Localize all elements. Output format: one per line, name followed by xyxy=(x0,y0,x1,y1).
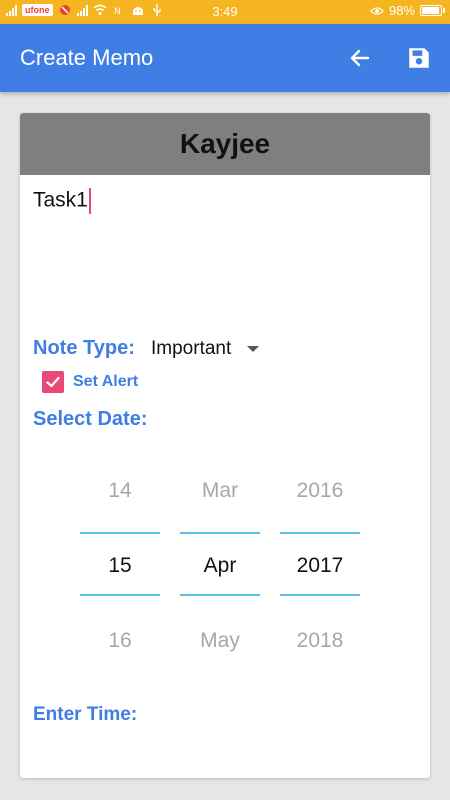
divider xyxy=(280,594,360,596)
note-type-dropdown[interactable]: Important xyxy=(151,338,260,360)
memo-header: Kayjee xyxy=(20,113,430,175)
eye-icon xyxy=(370,4,384,18)
set-alert-row[interactable]: Set Alert xyxy=(42,371,138,393)
day-current[interactable]: 15 xyxy=(80,554,160,578)
month-current[interactable]: Apr xyxy=(180,554,260,578)
app-bar: Create Memo xyxy=(0,24,450,92)
status-bar: ufone N 3:49 98% xyxy=(0,0,450,24)
day-next[interactable]: 16 xyxy=(80,629,160,653)
month-picker[interactable]: Mar Apr May xyxy=(180,479,260,669)
day-picker[interactable]: 14 15 16 xyxy=(80,479,160,669)
enter-time-label: Enter Time: xyxy=(33,704,138,725)
year-next[interactable]: 2018 xyxy=(280,629,360,653)
memo-text-value: Task1 xyxy=(33,188,88,212)
divider xyxy=(80,532,160,534)
save-button[interactable] xyxy=(403,42,435,74)
text-cursor xyxy=(88,188,91,214)
memo-text-input[interactable]: Task1 xyxy=(33,188,91,214)
day-prev[interactable]: 14 xyxy=(80,479,160,503)
divider xyxy=(80,594,160,596)
battery-icon xyxy=(420,5,445,16)
select-date-label: Select Date: xyxy=(33,408,148,430)
month-prev[interactable]: Mar xyxy=(180,479,260,503)
back-button[interactable] xyxy=(344,42,376,74)
divider xyxy=(180,532,260,534)
save-icon xyxy=(409,48,429,68)
set-alert-label: Set Alert xyxy=(73,373,139,390)
check-icon xyxy=(46,376,60,388)
month-next[interactable]: May xyxy=(180,629,260,653)
year-picker[interactable]: 2016 2017 2018 xyxy=(280,479,360,669)
arrow-left-icon xyxy=(350,49,370,67)
status-right: 98% xyxy=(370,3,445,18)
divider xyxy=(280,532,360,534)
chevron-down-icon xyxy=(247,346,260,352)
note-type-value: Important xyxy=(151,338,232,359)
year-current[interactable]: 2017 xyxy=(280,554,360,578)
note-type-label: Note Type: xyxy=(33,337,135,359)
page-title: Create Memo xyxy=(20,45,154,70)
set-alert-checkbox[interactable] xyxy=(42,371,64,393)
memo-header-name: Kayjee xyxy=(179,128,271,159)
divider xyxy=(180,594,260,596)
battery-percent: 98% xyxy=(388,3,415,18)
year-prev[interactable]: 2016 xyxy=(280,479,360,503)
memo-card: Kayjee Task1 Note Type: Important Set Al… xyxy=(20,113,430,778)
